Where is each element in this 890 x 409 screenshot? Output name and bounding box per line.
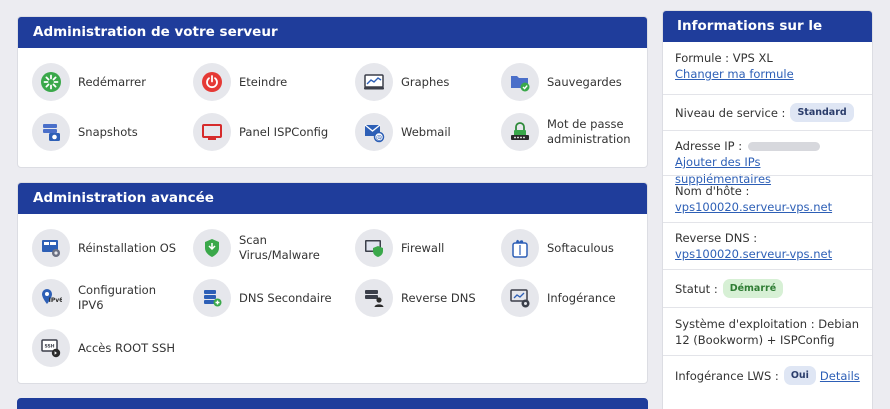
status-badge: Démarré: [722, 279, 784, 298]
admin-password-button[interactable]: Mot de passe administration: [501, 112, 647, 152]
admin-password-label: Mot de passe administration: [547, 117, 631, 146]
root-ssh-label: Accès ROOT SSH: [78, 340, 176, 355]
hostname-link[interactable]: vps100020.serveur-vps.net: [675, 200, 832, 214]
root-ssh-button[interactable]: SSH Accès ROOT SSH: [32, 328, 182, 368]
softaculous-label: Softaculous: [547, 240, 614, 255]
softaculous-icon: [501, 229, 539, 267]
managed-services-button[interactable]: Infogérance: [501, 278, 647, 318]
firewall-label: Firewall: [401, 240, 445, 255]
ipv6-pin-icon: IPv6: [32, 279, 70, 317]
webmail-icon: @: [355, 113, 393, 151]
restart-button[interactable]: Redémarrer: [32, 62, 182, 102]
ip-address-redacted: [748, 142, 821, 151]
graphs-button[interactable]: Graphes: [355, 62, 505, 102]
service-level-row: Niveau de service : Standard: [663, 94, 872, 130]
reinstall-icon: [32, 229, 70, 267]
managed-services-label: Infogérance: [547, 290, 616, 305]
hostname-label: Nom d'hôte :: [675, 184, 750, 198]
reinstall-os-button[interactable]: Réinstallation OS: [32, 228, 182, 268]
service-level-label: Niveau de service :: [675, 105, 786, 120]
svg-text:SSH: SSH: [44, 344, 54, 350]
secondary-dns-label: DNS Secondaire: [239, 290, 332, 305]
advanced-admin-panel: Administration avancée Réinstallation OS…: [17, 182, 648, 384]
snapshot-icon: [32, 113, 70, 151]
webmail-button[interactable]: @ Webmail: [355, 112, 505, 152]
power-icon: [193, 63, 231, 101]
backups-button[interactable]: Sauvegardes: [501, 62, 647, 102]
graphs-label: Graphes: [401, 74, 450, 89]
server-admin-title: Administration de votre serveur: [18, 17, 647, 48]
managed-lws-row: Infogérance LWS : Oui Details: [663, 355, 872, 395]
account-panel: Informations sur le compte Formule : VPS…: [662, 10, 873, 409]
ssh-icon: SSH: [32, 329, 70, 367]
os-row: Système d'exploitation : Debian 12 (Book…: [663, 307, 872, 355]
firewall-button[interactable]: Firewall: [355, 228, 505, 268]
panel-icon: [193, 113, 231, 151]
reinstall-os-label: Réinstallation OS: [78, 240, 177, 255]
reverse-dns-button[interactable]: Reverse DNS: [355, 278, 505, 318]
advanced-admin-title: Administration avancée: [18, 183, 647, 214]
service-level-badge: Standard: [790, 103, 854, 122]
secondary-dns-button[interactable]: DNS Secondaire: [193, 278, 343, 318]
password-icon: [501, 113, 539, 151]
change-formula-link[interactable]: Changer ma formule: [675, 67, 794, 81]
status-row: Statut : Démarré: [663, 269, 872, 307]
ipv6-config-button[interactable]: IPv6 Configuration IPV6: [32, 278, 182, 318]
softaculous-button[interactable]: Softaculous: [501, 228, 647, 268]
managed-lws-badge: Oui: [783, 366, 816, 385]
reverse-dns-label: Reverse DNS :: [675, 231, 758, 245]
restart-icon: [32, 63, 70, 101]
shutdown-label: Eteindre: [239, 74, 288, 89]
formula-row: Formule : VPS XL Changer ma formule: [663, 42, 872, 94]
formula-label: Formule :: [675, 51, 730, 65]
reverse-dns-link[interactable]: vps100020.serveur-vps.net: [675, 247, 832, 261]
next-panel-header: [17, 398, 648, 409]
formula-value: VPS XL: [732, 51, 773, 65]
snapshots-button[interactable]: Snapshots: [32, 112, 182, 152]
account-title: Informations sur le compte: [663, 11, 872, 65]
ipv6-config-label: Configuration IPV6: [78, 283, 156, 312]
shutdown-button[interactable]: Eteindre: [193, 62, 343, 102]
svg-text:@: @: [376, 134, 383, 142]
ispconfig-panel-label: Panel ISPConfig: [239, 124, 329, 139]
os-label: Système d'exploitation :: [675, 317, 815, 331]
hostname-row: Nom d'hôte : vps100020.serveur-vps.net: [663, 175, 872, 222]
ispconfig-panel-button[interactable]: Panel ISPConfig: [193, 112, 343, 152]
server-admin-panel: Administration de votre serveur Redémarr…: [17, 16, 648, 168]
managed-lws-details-link[interactable]: Details: [820, 369, 860, 383]
managed-lws-label: Infogérance LWS :: [675, 368, 779, 383]
virus-scan-button[interactable]: Scan Virus/Malware: [193, 228, 343, 268]
virus-scan-label: Scan Virus/Malware: [239, 233, 320, 262]
svg-text:IPv6: IPv6: [49, 297, 62, 304]
dns-icon: [193, 279, 231, 317]
reverse-dns-row: Reverse DNS : vps100020.serveur-vps.net: [663, 222, 872, 269]
firewall-icon: [355, 229, 393, 267]
graph-icon: [355, 63, 393, 101]
backup-folder-icon: [501, 63, 539, 101]
webmail-label: Webmail: [401, 124, 451, 139]
ip-row: Adresse IP : Ajouter des IPs supplémenta…: [663, 130, 872, 186]
restart-label: Redémarrer: [78, 74, 146, 89]
reverse-dns-label: Reverse DNS: [401, 290, 476, 305]
shield-scan-icon: [193, 229, 231, 267]
ip-label: Adresse IP :: [675, 139, 743, 153]
status-label: Statut :: [675, 281, 718, 296]
backups-label: Sauvegardes: [547, 74, 622, 89]
reverse-dns-icon: [355, 279, 393, 317]
managed-icon: [501, 279, 539, 317]
snapshots-label: Snapshots: [78, 124, 138, 139]
